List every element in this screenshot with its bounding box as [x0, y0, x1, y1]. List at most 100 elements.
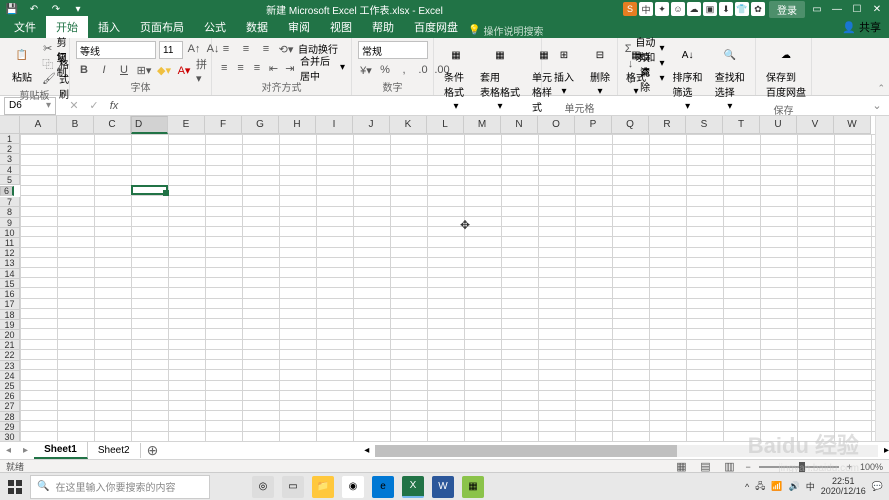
align-left-icon[interactable]: ≡ — [218, 60, 230, 76]
sheet-tab-1[interactable]: Sheet1 — [34, 442, 88, 459]
col-header-J[interactable]: J — [353, 116, 390, 134]
align-right-icon[interactable]: ≡ — [251, 60, 263, 76]
delete-button[interactable]: ⊟删除▾ — [584, 41, 616, 99]
col-header-K[interactable]: K — [390, 116, 427, 134]
row-header-20[interactable]: 20 — [0, 330, 20, 340]
row-header-30[interactable]: 30 — [0, 432, 20, 441]
font-color-button[interactable]: A▾ — [176, 62, 192, 78]
row-header-14[interactable]: 14 — [0, 269, 20, 279]
zoom-in-button[interactable]: + — [847, 462, 852, 472]
comma-icon[interactable]: , — [396, 62, 412, 78]
taskbar-clock[interactable]: 22:51 2020/12/16 — [821, 477, 866, 497]
close-button[interactable]: ✕ — [869, 1, 885, 17]
row-header-3[interactable]: 3 — [0, 154, 20, 164]
sheet-nav-next[interactable]: ▸ — [17, 445, 34, 456]
indent-dec-icon[interactable]: ⇤ — [267, 60, 279, 76]
taskbar-app-explorer[interactable]: 📁 — [312, 476, 334, 498]
taskbar-search[interactable]: 🔍 在这里输入你要搜索的内容 — [30, 475, 210, 499]
vertical-scrollbar[interactable] — [875, 116, 889, 441]
bold-button[interactable]: B — [76, 62, 92, 78]
col-header-G[interactable]: G — [242, 116, 279, 134]
align-top-icon[interactable]: ≡ — [218, 41, 234, 57]
tab-insert[interactable]: 插入 — [88, 16, 130, 38]
increase-decimal-icon[interactable]: .0 — [415, 62, 431, 78]
redo-icon[interactable]: ↷ — [48, 1, 64, 17]
row-header-12[interactable]: 12 — [0, 248, 20, 258]
row-header-7[interactable]: 7 — [0, 197, 20, 207]
tray-volume-icon[interactable]: 🔊 — [789, 481, 800, 492]
share-button[interactable]: 👤 共享 — [842, 19, 881, 35]
row-header-22[interactable]: 22 — [0, 350, 20, 360]
tab-formula[interactable]: 公式 — [194, 16, 236, 38]
fill-color-button[interactable]: ◆▾ — [156, 62, 172, 78]
row-header-11[interactable]: 11 — [0, 238, 20, 248]
col-header-N[interactable]: N — [501, 116, 538, 134]
row-header-6[interactable]: 6 — [0, 186, 14, 196]
sheet-nav-prev[interactable]: ◂ — [0, 445, 17, 456]
row-header-4[interactable]: 4 — [0, 165, 20, 175]
row-header-17[interactable]: 17 — [0, 299, 20, 309]
enter-icon[interactable]: ✓ — [86, 98, 102, 114]
login-button[interactable]: 登录 — [769, 1, 805, 18]
insert-button[interactable]: ⊞插入▾ — [548, 41, 580, 99]
row-header-9[interactable]: 9 — [0, 218, 20, 228]
col-header-Q[interactable]: Q — [612, 116, 649, 134]
tab-review[interactable]: 审阅 — [278, 16, 320, 38]
row-header-25[interactable]: 25 — [0, 381, 20, 391]
zoom-slider[interactable] — [759, 466, 839, 468]
col-header-M[interactable]: M — [464, 116, 501, 134]
tab-layout[interactable]: 页面布局 — [130, 16, 194, 38]
number-format-select[interactable]: 常规 — [358, 41, 428, 59]
italic-button[interactable]: I — [96, 62, 112, 78]
save-icon[interactable]: 💾 — [4, 1, 20, 17]
percent-icon[interactable]: % — [377, 62, 393, 78]
paste-button[interactable]: 📋 粘贴 — [6, 41, 38, 86]
fx-icon[interactable]: fx — [106, 98, 122, 114]
qat-dropdown[interactable]: ▾ — [70, 1, 86, 17]
row-header-5[interactable]: 5 — [0, 175, 20, 185]
format-painter-button[interactable]: 🖌格式刷 — [42, 71, 71, 86]
col-header-U[interactable]: U — [760, 116, 797, 134]
col-header-R[interactable]: R — [649, 116, 686, 134]
zoom-out-button[interactable]: − — [745, 462, 750, 472]
horizontal-scrollbar[interactable] — [375, 445, 878, 457]
minimize-button[interactable]: — — [829, 1, 845, 17]
row-header-21[interactable]: 21 — [0, 340, 20, 350]
tab-file[interactable]: 文件 — [4, 16, 46, 38]
taskbar-app-edge[interactable]: e — [372, 476, 394, 498]
currency-icon[interactable]: ¥▾ — [358, 62, 374, 78]
ime-indicator[interactable]: S 中 ✦ ☺ ☁ ▣ ⬇ 👕 ✿ — [623, 2, 765, 16]
align-center-icon[interactable]: ≡ — [234, 60, 246, 76]
align-mid-icon[interactable]: ≡ — [238, 41, 254, 57]
row-header-23[interactable]: 23 — [0, 361, 20, 371]
tell-me-search[interactable]: 💡 操作说明搜索 — [468, 23, 543, 38]
orientation-icon[interactable]: ⟲▾ — [278, 41, 294, 57]
align-bot-icon[interactable]: ≡ — [258, 41, 274, 57]
add-sheet-button[interactable]: ⊕ — [141, 442, 165, 459]
sheet-tab-2[interactable]: Sheet2 — [88, 443, 141, 458]
row-header-19[interactable]: 19 — [0, 320, 20, 330]
col-header-L[interactable]: L — [427, 116, 464, 134]
row-header-18[interactable]: 18 — [0, 310, 20, 320]
task-view-button[interactable]: ◎ — [252, 476, 274, 498]
phonetic-button[interactable]: 拼▾ — [196, 62, 212, 78]
fill-handle[interactable] — [163, 190, 169, 196]
ribbon-options-icon[interactable]: ▭ — [809, 1, 825, 17]
col-header-O[interactable]: O — [538, 116, 575, 134]
taskbar-app-excel[interactable]: X — [402, 476, 424, 498]
row-header-24[interactable]: 24 — [0, 371, 20, 381]
expand-formula-icon[interactable]: ⌄ — [869, 98, 885, 114]
col-header-F[interactable]: F — [205, 116, 242, 134]
find-button[interactable]: 🔍查找和选择▾ — [711, 41, 749, 114]
col-header-P[interactable]: P — [575, 116, 612, 134]
col-header-A[interactable]: A — [20, 116, 57, 134]
tab-help[interactable]: 帮助 — [362, 16, 404, 38]
taskbar-app-chrome[interactable]: ◉ — [342, 476, 364, 498]
taskbar-app-1[interactable]: ▭ — [282, 476, 304, 498]
zoom-level[interactable]: 100% — [860, 462, 883, 472]
col-header-H[interactable]: H — [279, 116, 316, 134]
tab-data[interactable]: 数据 — [236, 16, 278, 38]
col-header-S[interactable]: S — [686, 116, 723, 134]
col-header-B[interactable]: B — [57, 116, 94, 134]
row-header-27[interactable]: 27 — [0, 401, 20, 411]
